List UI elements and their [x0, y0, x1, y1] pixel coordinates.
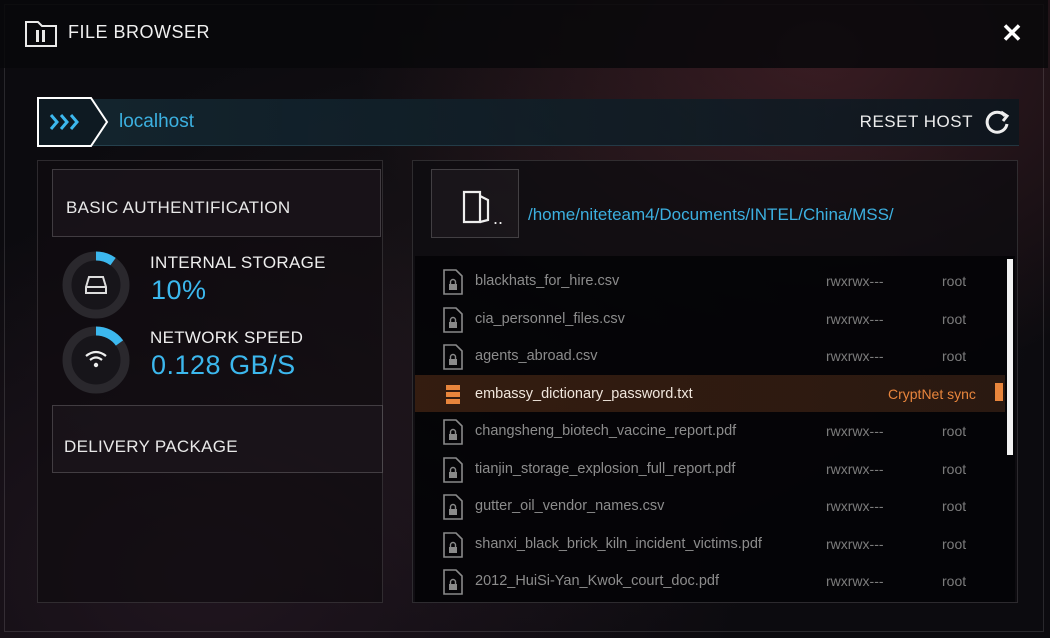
file-name: blackhats_for_hire.csv	[475, 273, 620, 289]
file-browser-panel: .. /home/niteteam4/Documents/INTEL/China…	[412, 160, 1018, 603]
file-owner: root	[942, 498, 967, 514]
file-permissions: rwxrwx---	[826, 348, 884, 364]
locked-file-icon	[443, 494, 463, 520]
window-title: FILE BROWSER	[68, 22, 211, 42]
file-name: gutter_oil_vendor_names.csv	[475, 498, 665, 514]
file-owner: root	[942, 273, 967, 289]
file-row[interactable]: shanxi_black_brick_kiln_incident_victims…	[415, 525, 1005, 562]
locked-file-icon	[443, 269, 463, 295]
current-path: /home/niteteam4/Documents/INTEL/China/MS…	[528, 205, 894, 224]
parent-dir-label: ..	[493, 208, 504, 228]
basic-auth-label: BASIC AUTHENTIFICATION	[66, 198, 291, 217]
file-row[interactable]: agents_abroad.csv rwxrwx--- root	[415, 337, 1005, 374]
locked-file-icon	[443, 419, 463, 445]
file-permissions: rwxrwx---	[826, 573, 884, 589]
left-panel: BASIC AUTHENTIFICATION INTERNAL STORAGE …	[37, 160, 383, 603]
chevrons-right-icon	[37, 97, 109, 147]
locked-file-icon	[443, 456, 463, 483]
file-name: shanxi_black_brick_kiln_incident_victims…	[475, 535, 762, 552]
network-speed-stat: NETWORK SPEED 0.128 GB/S	[62, 326, 382, 396]
locked-file-icon	[443, 569, 463, 595]
file-row[interactable]: 2012_HuiSi-Yan_Kwok_court_doc.pdf rwxrwx-…	[415, 562, 1005, 599]
sync-indicator	[995, 382, 1003, 401]
locked-file-icon	[443, 344, 463, 370]
file-name: embassy_dictionary_password.txt	[475, 385, 693, 402]
storage-label: INTERNAL STORAGE	[150, 253, 326, 272]
server-icon	[446, 384, 460, 404]
reset-host-button[interactable]: RESET HOST	[860, 107, 1011, 137]
parent-dir-button[interactable]: ..	[431, 169, 519, 238]
file-permissions: rwxrwx---	[826, 460, 884, 477]
file-list: blackhats_for_hire.csv rwxrwx--- root cia_p…	[415, 256, 1015, 602]
folder-up-icon	[462, 190, 490, 224]
file-permissions: rwxrwx---	[826, 423, 884, 439]
reset-host-label: RESET HOST	[859, 112, 973, 131]
delivery-package-label: DELIVERY PACKAGE	[64, 437, 238, 456]
file-row[interactable]: gutter_oil_vendor_names.csv rwxrwx--- root	[415, 487, 1005, 524]
storage-value: 10%	[151, 275, 207, 305]
file-name: tianjin_storage_explosion_full_report.pd…	[475, 460, 736, 477]
file-permissions: rwxrwx---	[826, 310, 884, 327]
host-name[interactable]: localhost	[119, 111, 194, 133]
file-name: agents_abroad.csv	[475, 348, 598, 364]
host-bar: localhost RESET HOST	[37, 97, 1019, 147]
file-owner: root	[942, 573, 967, 589]
locked-file-icon	[443, 531, 463, 558]
close-icon: ✕	[1001, 18, 1023, 48]
file-row[interactable]: cia_personnel_files.csv rwxrwx--- root	[415, 300, 1005, 337]
file-row[interactable]: blackhats_for_hire.csv rwxrwx--- root	[415, 262, 1005, 299]
file-row[interactable]: changsheng_biotech_vaccine_report.pdf rwx…	[415, 412, 1005, 449]
file-row[interactable]: tianjin_storage_explosion_full_report.pd…	[415, 450, 1005, 487]
scrollbar[interactable]	[1007, 259, 1013, 455]
file-permissions: rwxrwx---	[826, 498, 884, 514]
file-permissions: rwxrwx---	[826, 535, 884, 552]
file-owner: root	[942, 535, 967, 552]
refresh-icon	[985, 110, 1010, 134]
close-button[interactable]: ✕	[998, 18, 1026, 48]
network-label: NETWORK SPEED	[150, 328, 304, 347]
file-name: changsheng_biotech_vaccine_report.pdf	[475, 423, 737, 439]
file-owner: root	[942, 348, 967, 364]
network-value: 0.128 GB/S	[151, 350, 296, 380]
file-owner: root	[942, 423, 967, 439]
file-row[interactable]: embassy_dictionary_password.txt CryptNet …	[415, 374, 1005, 412]
file-owner: root	[942, 460, 967, 477]
internal-storage-stat: INTERNAL STORAGE 10%	[62, 251, 382, 321]
title-bar: FILE BROWSER ✕	[0, 0, 1048, 68]
locked-file-icon	[443, 306, 463, 333]
file-permissions: rwxrwx---	[826, 273, 884, 289]
basic-auth-button[interactable]: BASIC AUTHENTIFICATION	[52, 169, 381, 237]
file-name: cia_personnel_files.csv	[475, 310, 625, 327]
sync-status: CryptNet sync	[888, 385, 976, 402]
delivery-package-button[interactable]: DELIVERY PACKAGE	[52, 405, 383, 473]
file-owner: root	[942, 310, 967, 327]
file-name: 2012_HuiSi-Yan_Kwok_court_doc.pdf	[475, 573, 719, 589]
drive-icon	[85, 276, 107, 294]
folder-icon	[25, 21, 57, 47]
wifi-icon	[85, 350, 107, 368]
